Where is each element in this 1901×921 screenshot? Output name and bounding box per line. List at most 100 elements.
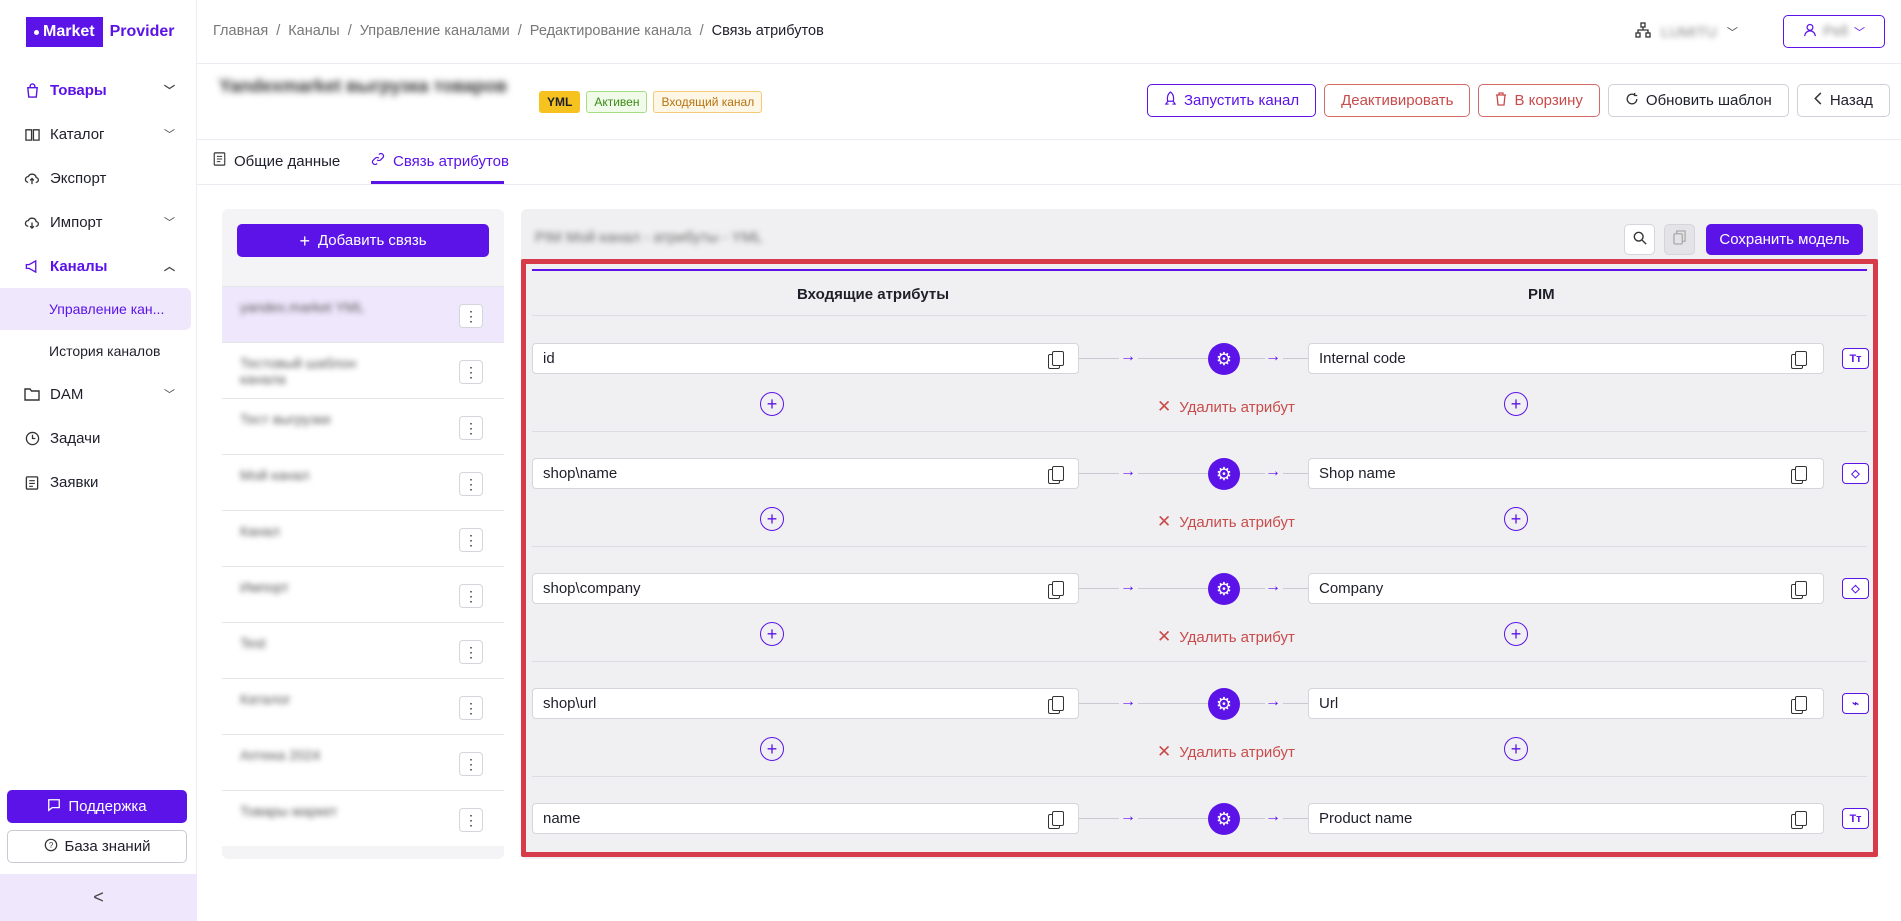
- copy-icon[interactable]: [1791, 696, 1807, 714]
- list-item[interactable]: Импорт ⋮: [222, 566, 504, 622]
- run-channel-button[interactable]: Запустить канал: [1147, 84, 1317, 117]
- more-options-icon[interactable]: ⋮: [459, 808, 483, 832]
- chevron-down-icon: ﹀: [164, 217, 175, 229]
- knowledge-base-label: База знаний: [64, 838, 151, 855]
- incoming-attribute-field[interactable]: shop\company: [532, 573, 1079, 604]
- copy-model-button[interactable]: [1664, 224, 1695, 255]
- delete-attribute-button[interactable]: ✕ Удалить атрибут: [1157, 627, 1295, 647]
- delete-attribute-button[interactable]: ✕ Удалить атрибут: [1157, 742, 1295, 762]
- add-incoming-attribute-button[interactable]: +: [760, 622, 784, 646]
- copy-icon[interactable]: [1048, 351, 1064, 369]
- list-item[interactable]: yandex.market YML ⋮: [222, 286, 504, 342]
- pim-attribute-field[interactable]: Company: [1308, 573, 1824, 604]
- pim-attribute-field[interactable]: Url: [1308, 688, 1824, 719]
- more-options-icon[interactable]: ⋮: [459, 472, 483, 496]
- list-item[interactable]: Каталог ⋮: [222, 678, 504, 734]
- gear-icon[interactable]: ⚙: [1208, 803, 1240, 835]
- copy-icon[interactable]: [1791, 351, 1807, 369]
- pim-attribute-field[interactable]: Shop name: [1308, 458, 1824, 489]
- add-pim-attribute-button[interactable]: +: [1504, 507, 1528, 531]
- incoming-attribute-field[interactable]: shop\name: [532, 458, 1079, 489]
- more-options-icon[interactable]: ⋮: [459, 528, 483, 552]
- copy-icon[interactable]: [1048, 811, 1064, 829]
- tab-attribute-links[interactable]: Связь атрибутов: [371, 152, 509, 170]
- back-button[interactable]: Назад: [1796, 84, 1890, 117]
- add-incoming-attribute-button[interactable]: +: [760, 507, 784, 531]
- text-type-icon[interactable]: Tт: [1842, 348, 1869, 369]
- add-link-button[interactable]: + Добавить связь: [237, 224, 489, 257]
- incoming-attribute-field[interactable]: shop\url: [532, 688, 1079, 719]
- more-options-icon[interactable]: ⋮: [459, 360, 483, 384]
- more-options-icon[interactable]: ⋮: [459, 696, 483, 720]
- more-options-icon[interactable]: ⋮: [459, 752, 483, 776]
- sidebar-subitem-channel-history[interactable]: История каналов: [0, 330, 197, 372]
- breadcrumb-channel-management[interactable]: Управление каналами: [360, 23, 510, 39]
- add-incoming-attribute-button[interactable]: +: [760, 392, 784, 416]
- list-item[interactable]: Аптека 2024 ⋮: [222, 734, 504, 790]
- gear-icon[interactable]: ⚙: [1208, 688, 1240, 720]
- support-button[interactable]: Поддержка: [7, 790, 187, 823]
- incoming-attribute-field[interactable]: id: [532, 343, 1079, 374]
- gear-icon[interactable]: ⚙: [1208, 343, 1240, 375]
- incoming-attribute-field[interactable]: name: [532, 803, 1079, 834]
- collapse-sidebar-button[interactable]: <: [0, 874, 197, 921]
- organization-selector[interactable]: LUMITU ﹀: [1635, 22, 1738, 42]
- sidebar-item-import[interactable]: Импорт ﹀: [0, 200, 197, 244]
- gear-icon[interactable]: ⚙: [1208, 458, 1240, 490]
- list-item[interactable]: Test ⋮: [222, 622, 504, 678]
- sidebar-item-dam[interactable]: DAM ﹀: [0, 372, 197, 416]
- delete-attribute-button[interactable]: ✕ Удалить атрибут: [1157, 512, 1295, 532]
- add-pim-attribute-button[interactable]: +: [1504, 392, 1528, 416]
- breadcrumb-channels[interactable]: Каналы: [288, 23, 339, 39]
- add-pim-attribute-button[interactable]: +: [1504, 622, 1528, 646]
- list-item[interactable]: Канал ⋮: [222, 510, 504, 566]
- copy-icon[interactable]: [1791, 466, 1807, 484]
- sidebar-item-tasks[interactable]: Задачи: [0, 416, 197, 460]
- logo[interactable]: Market Provider: [26, 16, 175, 48]
- text-type-icon[interactable]: Tт: [1842, 808, 1869, 829]
- mapping-row: shop\name → ⚙ → Shop name ◇ + ✕ Удалить а…: [532, 432, 1869, 547]
- save-model-button[interactable]: Сохранить модель: [1706, 224, 1863, 255]
- tag-type-icon[interactable]: ◇: [1842, 578, 1869, 599]
- list-item[interactable]: Тест выгрузки ⋮: [222, 398, 504, 454]
- list-item[interactable]: Тестовый шаблон канала ⋮: [222, 342, 504, 398]
- breadcrumb-separator: /: [276, 23, 281, 39]
- pim-attribute-field[interactable]: Product name: [1308, 803, 1824, 834]
- user-menu-button[interactable]: Pell ﹀: [1783, 15, 1885, 48]
- add-incoming-attribute-button[interactable]: +: [760, 737, 784, 761]
- logo-box: Market: [26, 17, 103, 47]
- more-options-icon[interactable]: ⋮: [459, 416, 483, 440]
- more-options-icon[interactable]: ⋮: [459, 640, 483, 664]
- organization-name: LUMITU: [1661, 23, 1717, 41]
- move-to-trash-button[interactable]: В корзину: [1478, 84, 1600, 117]
- chevron-up-icon: ︿: [164, 261, 175, 273]
- more-options-icon[interactable]: ⋮: [459, 584, 483, 608]
- deactivate-button[interactable]: Деактивировать: [1324, 84, 1471, 117]
- sidebar-item-products[interactable]: Товары ﹀: [0, 68, 197, 112]
- sidebar-item-requests[interactable]: Заявки: [0, 460, 197, 504]
- tab-general[interactable]: Общие данные: [213, 152, 340, 170]
- breadcrumb-home[interactable]: Главная: [213, 23, 268, 39]
- more-options-icon[interactable]: ⋮: [459, 304, 483, 328]
- copy-icon[interactable]: [1791, 811, 1807, 829]
- copy-icon[interactable]: [1048, 466, 1064, 484]
- gear-icon[interactable]: ⚙: [1208, 573, 1240, 605]
- list-item[interactable]: Мой канал ⋮: [222, 454, 504, 510]
- refresh-template-button[interactable]: Обновить шаблон: [1607, 84, 1789, 117]
- link-type-icon[interactable]: ⌁: [1842, 693, 1869, 714]
- copy-icon[interactable]: [1048, 696, 1064, 714]
- search-button[interactable]: [1624, 224, 1655, 255]
- sidebar-item-catalog[interactable]: Каталог ﹀: [0, 112, 197, 156]
- breadcrumb-edit-channel[interactable]: Редактирование канала: [530, 23, 692, 39]
- copy-icon[interactable]: [1048, 581, 1064, 599]
- add-pim-attribute-button[interactable]: +: [1504, 737, 1528, 761]
- list-item[interactable]: Товары маркет ⋮: [222, 790, 504, 846]
- sidebar-item-channels[interactable]: Каналы ︿: [0, 244, 197, 288]
- copy-icon[interactable]: [1791, 581, 1807, 599]
- pim-attribute-field[interactable]: Internal code: [1308, 343, 1824, 374]
- tag-type-icon[interactable]: ◇: [1842, 463, 1869, 484]
- sidebar-subitem-channel-management[interactable]: Управление кан...: [0, 288, 191, 330]
- delete-attribute-button[interactable]: ✕ Удалить атрибут: [1157, 397, 1295, 417]
- knowledge-base-button[interactable]: ? База знаний: [7, 830, 187, 863]
- sidebar-item-export[interactable]: Экспорт: [0, 156, 197, 200]
